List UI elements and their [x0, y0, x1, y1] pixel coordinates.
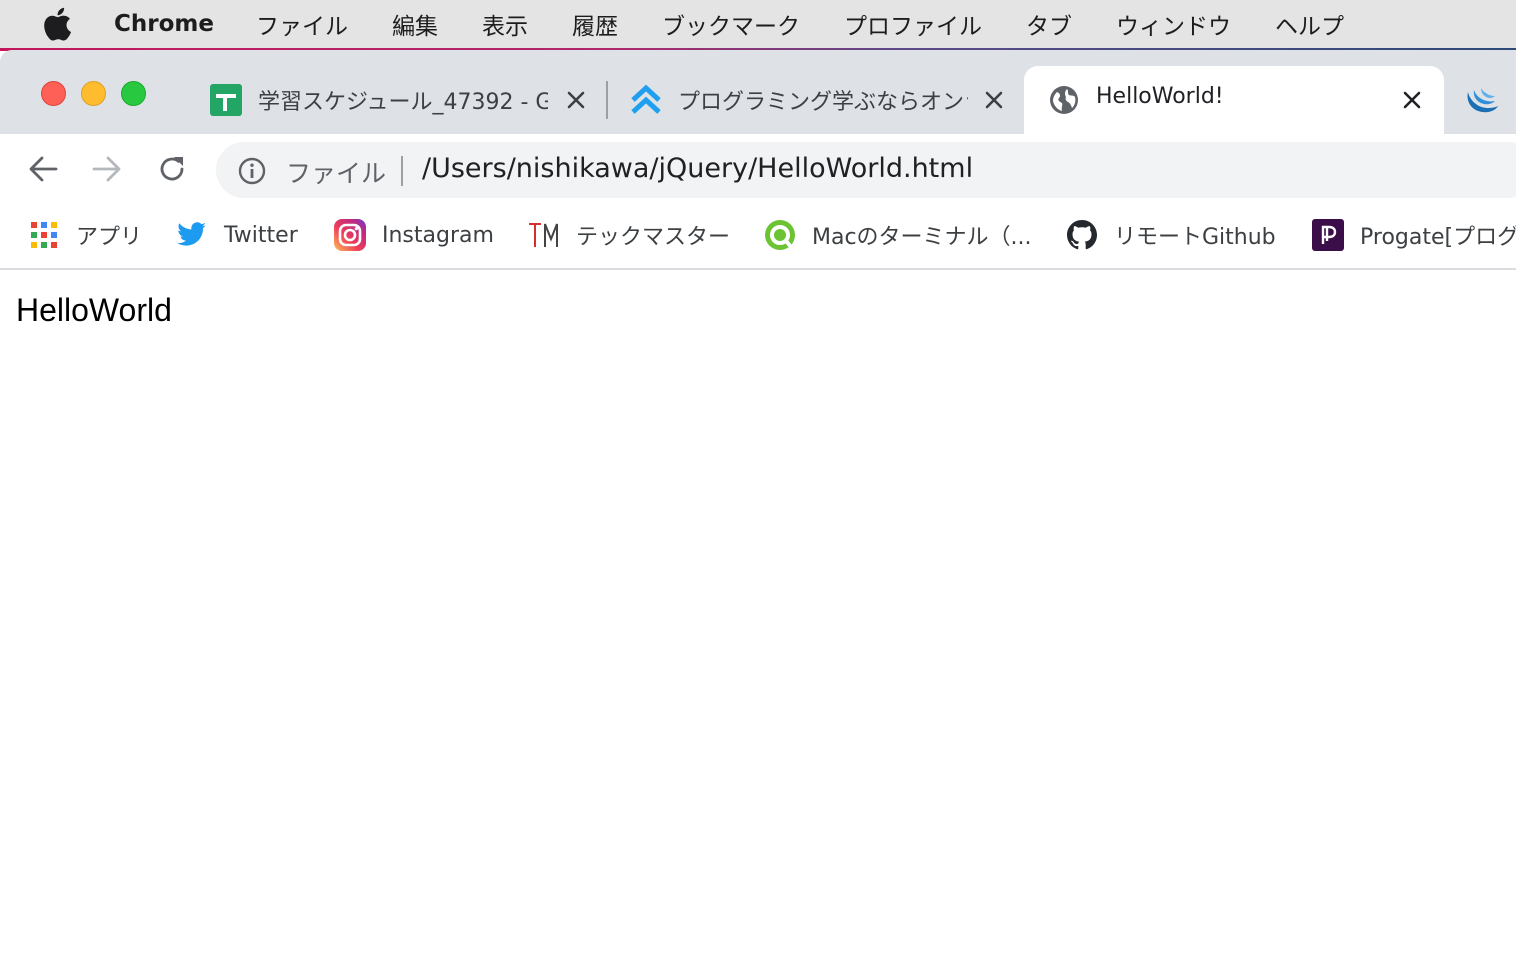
tab-close-icon[interactable] [1400, 88, 1424, 112]
bookmark-apps[interactable]: アプリ [28, 218, 142, 252]
bookmark-label: リモートGithub [1114, 225, 1276, 250]
tab-separator [606, 81, 608, 119]
address-bar[interactable]: ファイル /Users/nishikawa/jQuery/HelloWorld.… [216, 142, 1516, 198]
menu-window[interactable]: ウィンドウ [1116, 7, 1231, 41]
bookmark-label: Twitter [224, 222, 298, 248]
twitter-icon [176, 219, 208, 251]
url-text[interactable]: /Users/nishikawa/jQuery/HelloWorld.html [422, 153, 973, 184]
apple-menu-icon[interactable] [42, 7, 72, 41]
forward-arrow-icon[interactable] [88, 150, 126, 188]
menu-app-name[interactable]: Chrome [114, 11, 214, 37]
menu-view[interactable]: 表示 [482, 7, 528, 41]
bookmark-twitter[interactable]: Twitter [176, 218, 298, 252]
terminal-site-icon [764, 219, 796, 251]
bookmark-instagram[interactable]: Instagram [334, 218, 494, 252]
tab-learning-schedule[interactable]: 学習スケジュール_47392 - Go [196, 66, 606, 134]
tab-title: HelloWorld! [1096, 84, 1224, 109]
menu-profiles[interactable]: プロファイル [844, 7, 982, 41]
github-icon [1066, 219, 1098, 251]
bookmark-label: Progate[プログ [1360, 225, 1516, 250]
bookmark-remote-github[interactable]: リモートGithub [1066, 218, 1276, 252]
bookmark-mac-terminal[interactable]: Macのターミナル（... [764, 218, 1032, 252]
tab-title: プログラミング学ぶならオンライン [678, 90, 968, 115]
globe-icon [1048, 84, 1080, 116]
progate-icon [1312, 219, 1344, 251]
bookmark-techmaster[interactable]: テックマスター [528, 218, 730, 252]
tab-close-icon[interactable] [564, 88, 588, 112]
macos-menu-bar: Chrome ファイル 編集 表示 履歴 ブックマーク プロファイル タブ ウィ… [0, 0, 1516, 48]
browser-toolbar: ファイル /Users/nishikawa/jQuery/HelloWorld.… [0, 134, 1516, 204]
menu-file[interactable]: ファイル [256, 7, 348, 41]
back-arrow-icon[interactable] [24, 150, 62, 188]
reload-icon[interactable] [153, 150, 191, 188]
window-zoom-button[interactable] [121, 81, 146, 106]
menu-help[interactable]: ヘルプ [1275, 7, 1344, 41]
google-sheets-icon [210, 84, 242, 116]
menu-history[interactable]: 履歴 [572, 7, 618, 41]
bookmarks-bar: アプリ Twitter Instagram テックマスター Macのターミナル（… [0, 204, 1516, 270]
url-scheme-label: ファイル [286, 159, 387, 188]
tab-helloworld-active[interactable]: HelloWorld! [1024, 66, 1444, 134]
url-divider [401, 156, 403, 186]
bookmark-label: Macのターミナル（... [812, 225, 1032, 250]
bookmark-label: Instagram [382, 222, 494, 248]
menu-bookmarks[interactable]: ブックマーク [662, 7, 800, 41]
tab-close-icon[interactable] [982, 88, 1006, 112]
tab-title: 学習スケジュール_47392 - Go [258, 90, 548, 115]
progate-chevron-icon [630, 84, 662, 116]
bookmark-label: テックマスター [576, 225, 731, 250]
instagram-icon [334, 219, 366, 251]
page-body-text: HelloWorld [16, 292, 172, 328]
bookmark-progate[interactable]: Progate[プログ [1312, 218, 1516, 252]
site-info-icon[interactable] [236, 155, 268, 187]
bookmark-label: アプリ [76, 225, 143, 250]
tab-progate[interactable]: プログラミング学ぶならオンライン [616, 66, 1022, 134]
techmaster-tm-icon [528, 219, 560, 251]
apps-grid-icon [28, 219, 60, 251]
jquery-tab-icon[interactable] [1464, 84, 1500, 116]
menu-edit[interactable]: 編集 [392, 7, 438, 41]
window-close-button[interactable] [41, 81, 66, 106]
window-minimize-button[interactable] [81, 81, 106, 106]
menu-tab[interactable]: タブ [1026, 7, 1072, 41]
